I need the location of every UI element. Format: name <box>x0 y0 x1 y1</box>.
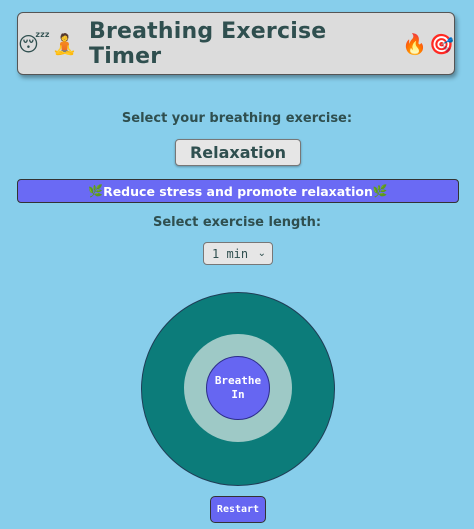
breathing-inner-circle: Breathe In <box>206 356 270 420</box>
breathing-instruction-line2: In <box>231 388 245 401</box>
app-header: 😴 🧘 Breathing Exercise Timer 🔥 🎯 <box>17 12 455 75</box>
fire-icon: 🔥 <box>402 31 428 56</box>
leaf-icon: 🌿 <box>88 184 104 198</box>
target-icon: 🎯 <box>429 31 454 56</box>
length-select-dropdown[interactable]: 1 min ⌄ <box>203 242 273 265</box>
restart-button[interactable]: Restart <box>210 496 266 523</box>
exercise-description-text: Reduce stress and promote relaxation <box>103 183 373 199</box>
exercise-select-button[interactable]: Relaxation <box>175 139 301 166</box>
breathing-instruction: Breathe In <box>215 374 261 402</box>
sleeping-face-icon: 😴 <box>18 31 51 56</box>
breathing-instruction-line1: Breathe <box>214 374 262 387</box>
meditation-icon: 🧘 <box>52 31 77 56</box>
leaf-icon: 🌿 <box>372 184 388 198</box>
length-selected-value: 1 min <box>212 246 249 261</box>
chevron-down-icon: ⌄ <box>257 248 266 259</box>
length-select-label: Select exercise length: <box>152 215 322 230</box>
page-title: Breathing Exercise Timer <box>89 18 327 69</box>
exercise-select-label: Select your breathing exercise: <box>121 111 353 126</box>
exercise-description-bar: 🌿 Reduce stress and promote relaxation 🌿 <box>17 179 459 203</box>
